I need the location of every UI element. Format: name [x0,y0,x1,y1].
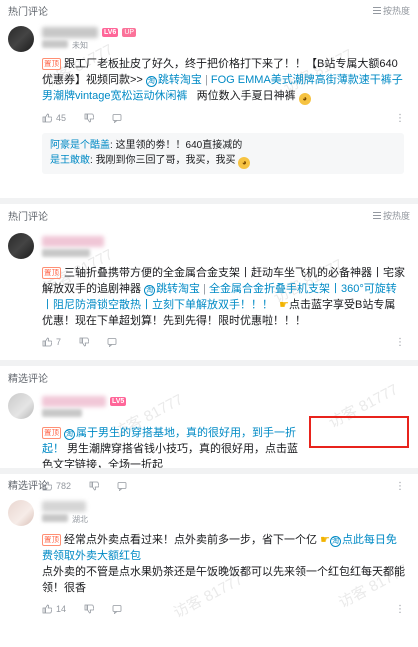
thumbs-up-icon [42,337,53,347]
pointing-hand-icon: ☛ [279,299,289,311]
pinned-tag: 置顶 [42,58,61,70]
sort-icon [372,6,381,14]
taobao-link[interactable]: 淘跳转淘宝 [145,74,202,87]
more-options-icon[interactable]: ⋮ [395,604,405,615]
thumbs-down-icon [84,113,95,123]
ip-location: 未知 [72,41,88,50]
divider [0,360,418,366]
more-options-icon[interactable]: ⋮ [395,113,405,124]
comment-icon [107,337,117,348]
reply-item: 是王敢敢: 我刚到你三回了哥，我买，我买 ◕ [50,153,396,169]
section-title: 热门评论 [8,6,48,18]
reply-button[interactable] [112,113,122,124]
username[interactable] [42,501,86,512]
more-options-icon[interactable]: ⋮ [395,337,405,348]
link-icon: 淘 [329,536,341,547]
level-badge: LV6 [102,28,119,37]
vip-badge: UP [122,28,137,37]
avatar[interactable] [8,393,34,419]
avatar[interactable] [8,26,34,52]
pinned-tag: 置顶 [42,534,61,546]
comment-content: 置顶 跟工厂老板扯皮了好久，终于把价格打下来了！！【B站专属大额640优惠券】视频… [42,58,403,105]
dislike-button[interactable] [84,113,95,123]
emoji-icon: ◕ [298,93,311,105]
comment-date [42,248,90,257]
dislike-button[interactable] [79,337,90,347]
divider [0,468,418,474]
like-button[interactable]: 7 [42,337,61,347]
reply-button[interactable] [112,604,122,615]
sort-icon [372,211,381,219]
highlight-box [309,416,409,448]
comment-date [42,408,82,417]
ip-location: 湖北 [72,515,88,524]
dislike-button[interactable] [84,604,95,614]
username[interactable] [42,395,106,407]
taobao-link[interactable]: 淘跳转淘宝 [144,283,200,296]
avatar[interactable] [8,233,34,259]
thumbs-up-icon [42,113,53,123]
reply-username[interactable]: 是王敢敢 [50,155,90,166]
link-icon: 淘 [145,76,157,87]
comment-date [42,40,68,48]
thumbs-down-icon [79,337,90,347]
avatar[interactable] [8,500,34,526]
pinned-tag: 置顶 [42,427,61,439]
pinned-tag: 置顶 [42,267,61,279]
pointing-hand-icon: ☛ [320,534,330,546]
reply-item: 阿豪是个酷盖: 这里领的劵！！640直接减的 [50,140,243,151]
comment-section: 热门评论 按热度 LV6 UP 未知 置顶 跟工厂老板扯皮了好久，终于把价格打下来… [0,2,418,174]
username[interactable] [42,235,104,247]
reply-list: 阿豪是个酷盖: 这里领的劵！！640直接减的 是王敢敢: 我刚到你三回了哥，我买… [42,133,404,174]
section-title: 热门评论 [8,211,48,223]
comment-section: 精选评论 湖北 置顶 经常点外卖点看过来！点外卖前多一步，省下一个亿 ☛ 淘点此每日… [0,476,418,619]
link-icon: 淘 [144,285,156,296]
divider [0,198,418,204]
thumbs-down-icon [84,604,95,614]
section-title: 精选评论 [8,373,48,385]
sort-button[interactable]: 按热度 [372,209,410,222]
like-button[interactable]: 14 [42,604,66,614]
username[interactable] [42,27,98,38]
reply-username[interactable]: 阿豪是个酷盖 [50,140,110,151]
comment-icon [112,113,122,124]
like-button[interactable]: 45 [42,113,66,123]
level-badge: LV5 [110,396,127,406]
link-icon: 淘 [64,429,75,440]
emoji-icon: ◕ [238,157,251,169]
comment-icon [112,604,122,615]
comment-section: 热门评论 按热度 置顶 三轴折叠携带方便的全金属合金支架丨赶动车坐飞机的必备神器丨… [0,207,418,352]
sort-button[interactable]: 按热度 [372,4,410,17]
section-title: 精选评论 [8,480,48,492]
comment-content: 置顶 经常点外卖点看过来！点外卖前多一步，省下一个亿 ☛ 淘点此每日免费领取外卖大额… [42,534,405,594]
thumbs-up-icon [42,604,53,614]
comment-content: 置顶 三轴折叠携带方便的全金属合金支架丨赶动车坐飞机的必备神器丨宅家解放双手的追剧… [42,267,405,327]
comment-date [42,514,68,522]
reply-button[interactable] [107,337,117,348]
